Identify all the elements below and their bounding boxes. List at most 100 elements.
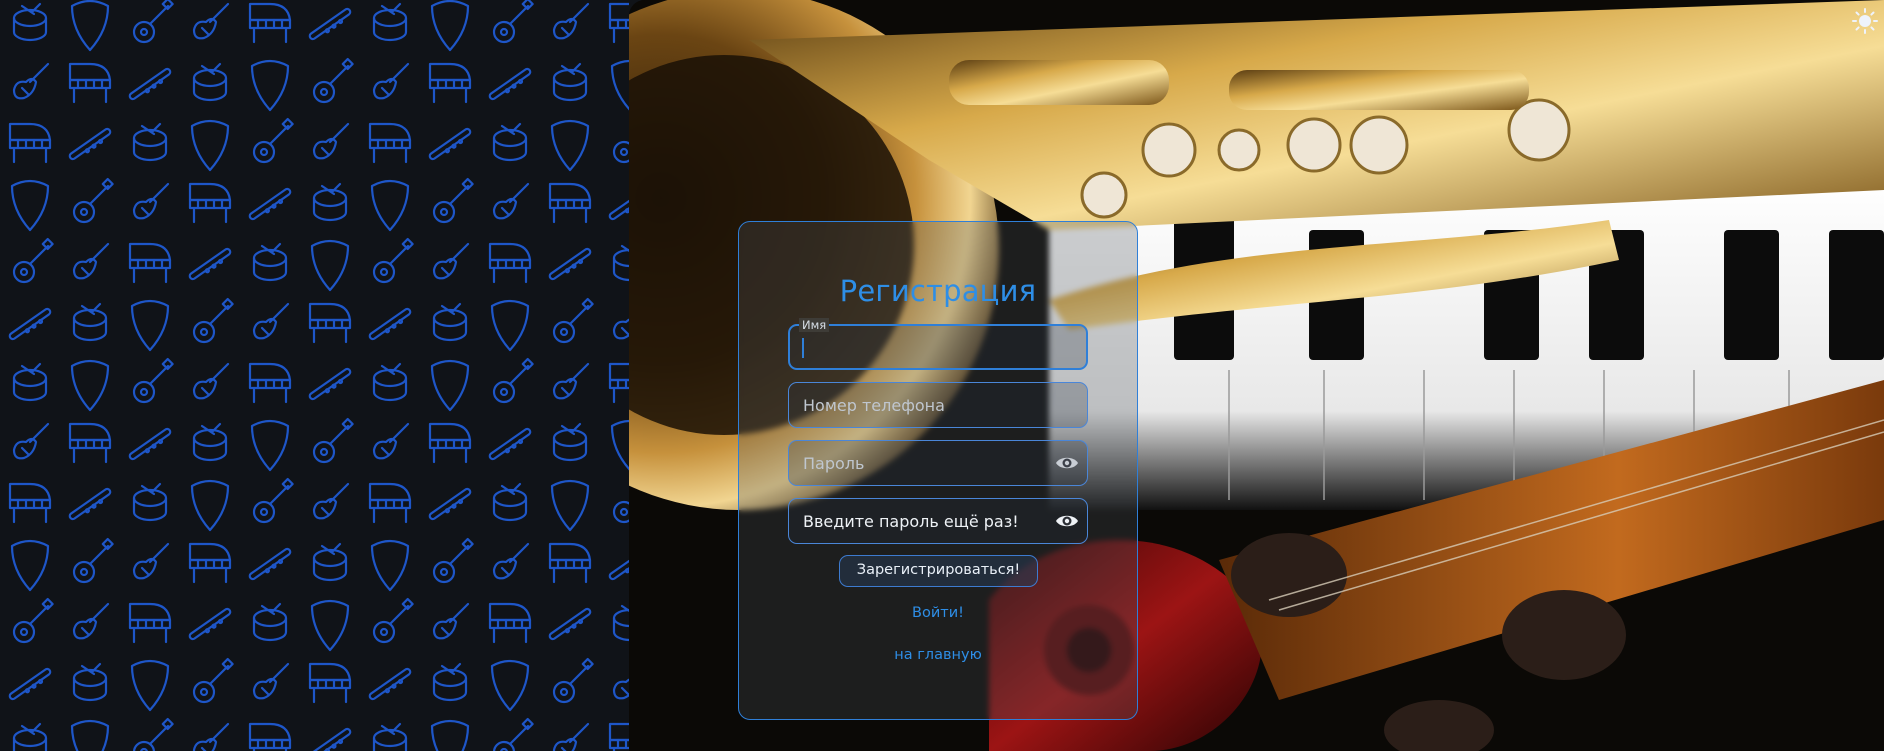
grand-piano-icon <box>248 722 292 751</box>
guitar-pick-icon <box>250 59 290 112</box>
grand-piano-icon <box>248 2 292 44</box>
flute-icon <box>488 427 532 461</box>
flute-icon <box>488 67 532 101</box>
eye-icon <box>1056 457 1078 469</box>
acoustic-guitar-icon <box>192 297 234 344</box>
electric-guitar-icon <box>312 122 350 160</box>
flute-icon <box>248 547 292 581</box>
flute-icon <box>188 607 232 641</box>
grand-piano-icon <box>248 362 292 404</box>
login-link[interactable]: Войти! <box>739 605 1137 621</box>
electric-guitar-icon <box>132 542 170 580</box>
electric-guitar-icon <box>72 602 110 640</box>
drum-icon <box>612 604 629 642</box>
eye-icon <box>1056 515 1078 527</box>
acoustic-guitar-icon <box>372 597 414 644</box>
password-field[interactable] <box>788 440 1088 486</box>
drum-icon <box>192 422 228 462</box>
grand-piano-icon <box>428 422 472 464</box>
electric-guitar-icon <box>192 722 230 751</box>
drum-icon <box>492 122 528 162</box>
electric-guitar-icon <box>192 362 230 400</box>
drum-icon <box>132 482 168 522</box>
flute-icon <box>548 247 592 281</box>
name-field[interactable]: Имя <box>788 318 1088 370</box>
grand-piano-icon <box>488 242 532 284</box>
grand-piano-icon <box>488 602 532 644</box>
theme-toggle-button[interactable] <box>1852 8 1878 34</box>
acoustic-guitar-icon <box>312 417 354 464</box>
drum-icon <box>612 244 629 282</box>
guitar-pick-icon <box>490 659 530 712</box>
flute-icon <box>308 7 352 41</box>
sun-icon <box>1852 8 1878 34</box>
password-repeat-field[interactable] <box>788 498 1088 544</box>
phone-input[interactable] <box>801 383 1043 427</box>
grand-piano-icon <box>548 542 592 584</box>
phone-field[interactable] <box>788 382 1088 428</box>
guitar-pick-icon <box>70 359 110 412</box>
flute-icon <box>8 307 52 341</box>
grand-piano-icon <box>608 722 629 751</box>
drum-icon <box>312 542 348 582</box>
acoustic-guitar-icon <box>312 57 354 104</box>
password-repeat-input[interactable] <box>801 499 1043 543</box>
acoustic-guitar-icon <box>552 657 594 704</box>
flute-icon <box>128 427 172 461</box>
flute-icon <box>608 547 629 581</box>
drum-icon <box>252 242 288 282</box>
register-button[interactable]: Зарегистрироваться! <box>839 555 1038 587</box>
electric-guitar-icon <box>492 542 530 580</box>
show-password-repeat-button[interactable] <box>1055 511 1079 531</box>
electric-guitar-icon <box>372 62 410 100</box>
drum-icon <box>192 62 228 102</box>
drum-icon <box>252 602 288 642</box>
grand-piano-icon <box>548 182 592 224</box>
guitar-pick-icon <box>130 299 170 352</box>
grand-piano-icon <box>188 542 232 584</box>
guitar-pick-icon <box>370 539 410 592</box>
acoustic-guitar-icon <box>132 0 174 44</box>
flute-icon <box>68 487 112 521</box>
password-input[interactable] <box>801 441 1043 485</box>
acoustic-guitar-icon <box>492 717 534 751</box>
guitar-pick-icon <box>610 59 629 111</box>
guitar-pick-icon <box>610 419 629 471</box>
acoustic-guitar-icon <box>72 537 114 584</box>
acoustic-guitar-icon <box>252 117 294 164</box>
show-password-button[interactable] <box>1055 453 1079 473</box>
electric-guitar-icon <box>552 362 590 400</box>
home-link[interactable]: на главную <box>739 647 1137 663</box>
drum-icon <box>12 362 48 402</box>
flute-icon <box>188 247 232 281</box>
guitar-pick-icon <box>490 299 530 352</box>
electric-guitar-icon <box>552 2 590 40</box>
flute-icon <box>428 127 472 161</box>
pattern-background <box>8 0 629 751</box>
acoustic-guitar-icon <box>612 140 629 164</box>
acoustic-guitar-icon <box>72 177 114 224</box>
guitar-pick-icon <box>550 119 590 172</box>
grand-piano-icon <box>608 2 629 44</box>
drum-icon <box>432 302 468 342</box>
electric-guitar-icon <box>12 62 50 100</box>
grand-piano-icon <box>68 422 112 464</box>
flute-icon <box>368 667 412 701</box>
grand-piano-icon <box>368 122 412 164</box>
name-input[interactable] <box>802 326 1042 368</box>
acoustic-guitar-icon <box>12 237 54 284</box>
guitar-pick-icon <box>10 179 50 232</box>
acoustic-guitar-icon <box>612 500 629 524</box>
guitar-pick-icon <box>190 119 230 172</box>
electric-guitar-icon <box>612 318 629 340</box>
guitar-pick-icon <box>250 419 290 472</box>
drum-icon <box>12 722 48 751</box>
grand-piano-icon <box>128 602 172 644</box>
drum-icon <box>552 62 588 102</box>
acoustic-guitar-icon <box>492 357 534 404</box>
acoustic-guitar-icon <box>12 597 54 644</box>
grand-piano-icon <box>608 362 629 404</box>
acoustic-guitar-icon <box>132 357 174 404</box>
page-title: Регистрация <box>839 274 1037 308</box>
acoustic-guitar-icon <box>372 237 414 284</box>
